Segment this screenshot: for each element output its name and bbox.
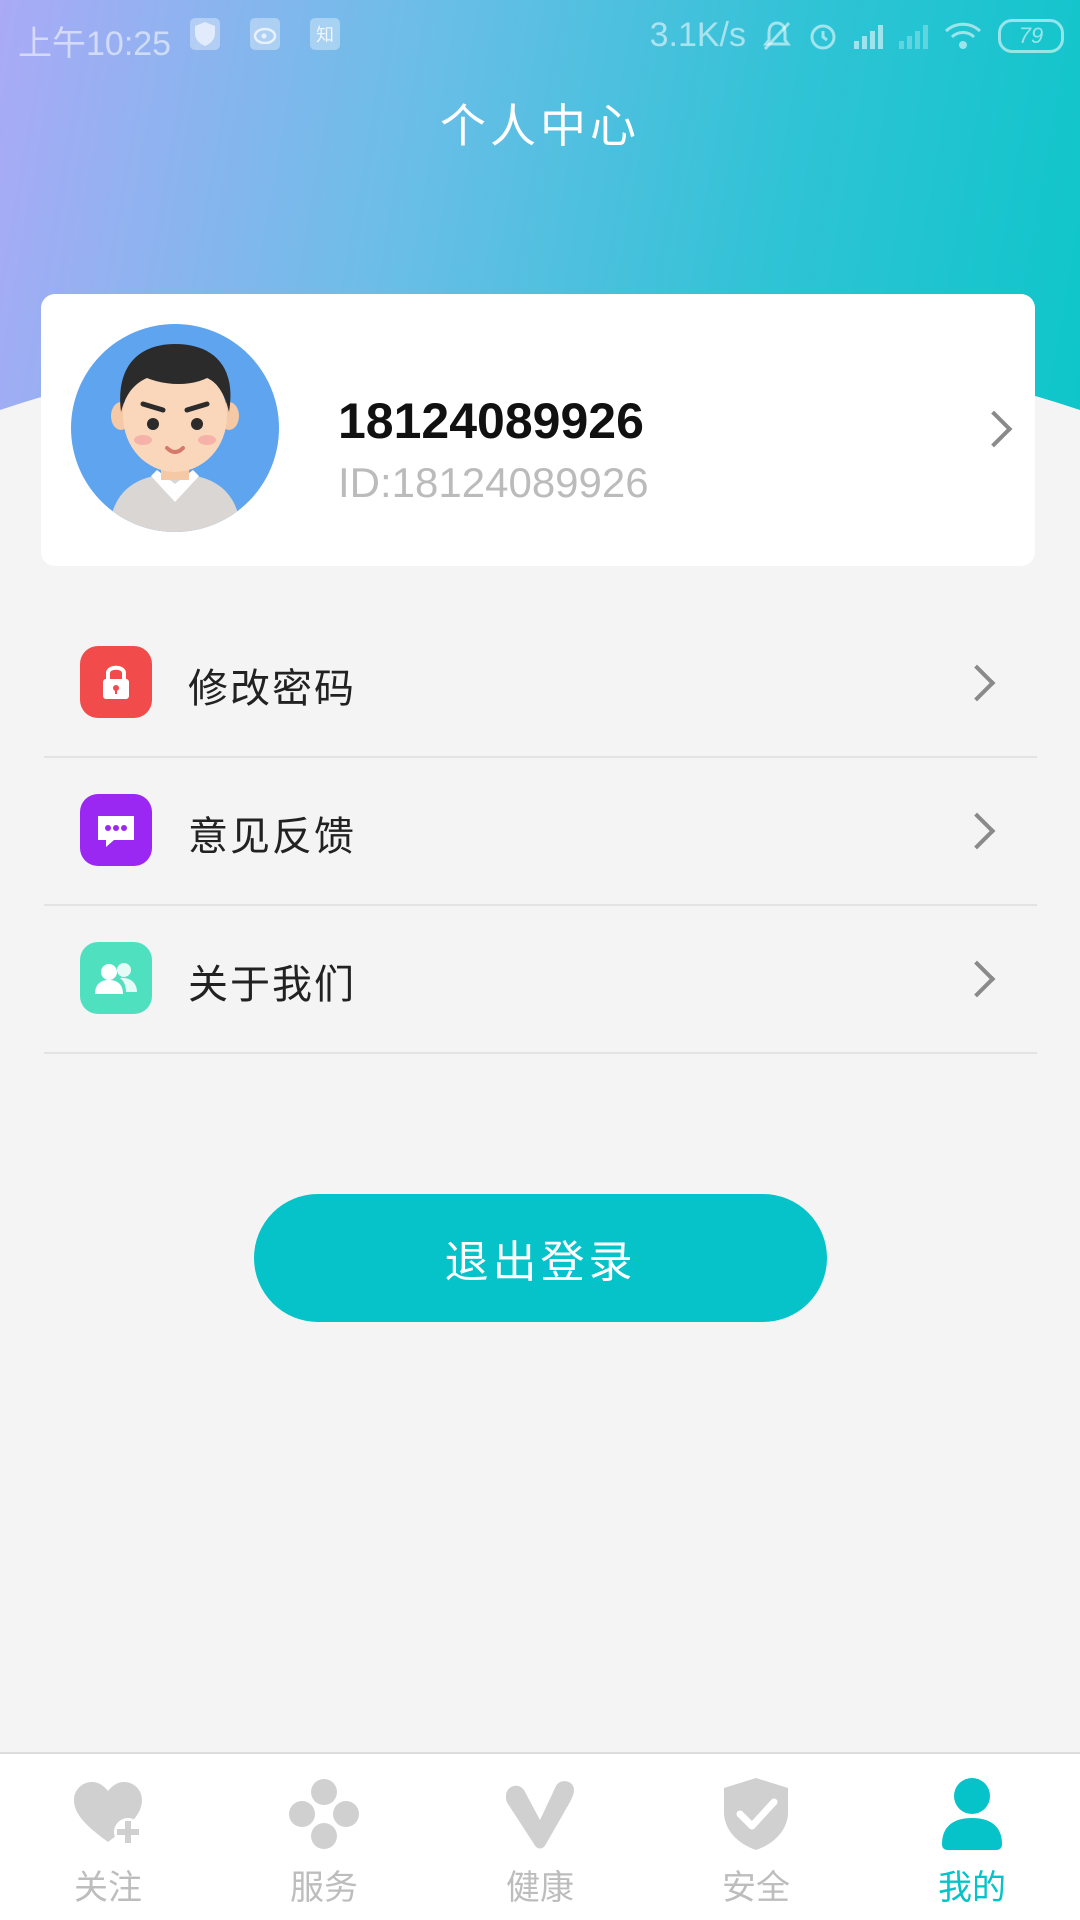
- chevron-right-icon: [958, 812, 996, 850]
- battery-level: 79: [1018, 22, 1044, 48]
- chevron-right-icon: [975, 410, 1013, 448]
- chevron-right-icon: [958, 664, 996, 702]
- bottom-navigation: 关注 服务 健康 安全 我的: [0, 1752, 1080, 1920]
- menu-item-about-us[interactable]: 关于我们: [44, 906, 1037, 1054]
- profile-phone: 18124089926: [338, 393, 644, 449]
- profile-id: ID:18124089926: [338, 459, 649, 506]
- settings-menu: 修改密码 意见反馈 关于我们: [44, 610, 1037, 1054]
- menu-item-feedback[interactable]: 意见反馈: [44, 758, 1037, 906]
- clover-icon: [289, 1779, 359, 1849]
- nav-item-security[interactable]: 安全: [648, 1754, 864, 1920]
- nav-label: 安全: [722, 1868, 790, 1908]
- status-notification-icons: 知: [190, 18, 340, 50]
- user-icon: [942, 1778, 1002, 1850]
- personal-center-screen: 上午10:25 知 3.1K/s 79 个人中心 18124089926 ID:…: [0, 0, 1080, 1920]
- nav-label: 关注: [74, 1868, 142, 1908]
- chevron-right-icon: [958, 960, 996, 998]
- weibo-icon: [250, 18, 280, 50]
- menu-item-label: 修改密码: [188, 666, 356, 712]
- mute-bell-icon: [763, 20, 791, 50]
- nav-item-service[interactable]: 服务: [216, 1754, 432, 1920]
- signal-icon: [854, 23, 883, 49]
- shield-icon: [190, 18, 220, 50]
- profile-card[interactable]: 18124089926 ID:18124089926: [41, 294, 1035, 566]
- heart-plus-icon: [74, 1782, 142, 1846]
- check-mark-icon: [506, 1781, 574, 1849]
- zhihu-icon: 知: [310, 18, 340, 50]
- zhihu-icon-label: 知: [316, 25, 334, 45]
- status-right-group: 3.1K/s 79: [650, 16, 1064, 55]
- menu-item-change-password[interactable]: 修改密码: [44, 610, 1037, 758]
- wifi-icon: [944, 22, 982, 49]
- menu-item-label: 意见反馈: [188, 814, 356, 860]
- nav-label: 健康: [506, 1868, 574, 1908]
- page-title: 个人中心: [440, 99, 640, 153]
- nav-label: 服务: [290, 1868, 358, 1908]
- nav-item-mine[interactable]: 我的: [864, 1754, 1080, 1920]
- logout-button[interactable]: 退出登录: [254, 1194, 827, 1322]
- network-speed: 3.1K/s: [649, 16, 746, 54]
- lock-icon: [80, 646, 152, 718]
- shield-check-icon: [724, 1778, 788, 1850]
- people-icon: [80, 942, 152, 1014]
- avatar-illustration: [109, 344, 241, 532]
- menu-item-label: 关于我们: [188, 962, 356, 1008]
- status-bar: 上午10:25 知 3.1K/s 79: [0, 0, 1080, 72]
- avatar[interactable]: [71, 324, 279, 532]
- nav-label: 我的: [938, 1868, 1006, 1908]
- battery-icon: 79: [998, 18, 1064, 53]
- alarm-icon: [810, 24, 836, 49]
- nav-item-follow[interactable]: 关注: [0, 1754, 216, 1920]
- chat-icon: [80, 794, 152, 866]
- status-time: 上午10:25: [18, 25, 172, 63]
- signal-2-icon: [899, 23, 928, 49]
- nav-item-health[interactable]: 健康: [432, 1754, 648, 1920]
